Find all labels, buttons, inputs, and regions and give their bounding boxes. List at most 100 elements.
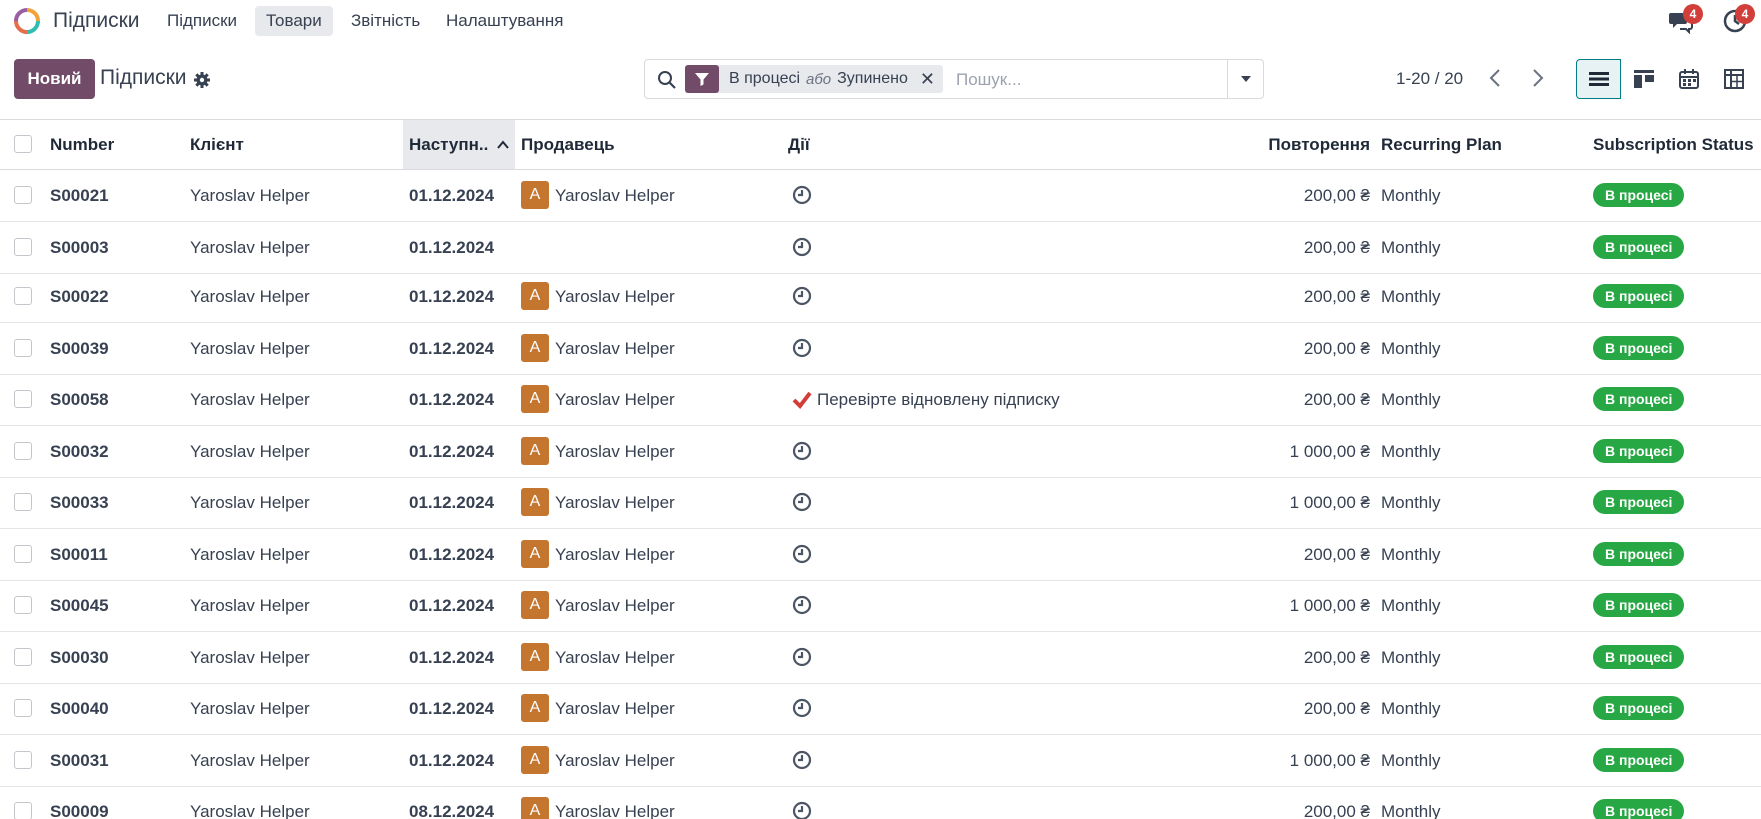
status-badge: В процесі [1593,387,1685,411]
table-row[interactable]: S00022 Yaroslav Helper 01.12.2024 A Yaroslav… [0,271,1761,323]
row-checkbox[interactable] [14,186,32,204]
row-checkbox[interactable] [14,596,32,614]
menu-subscriptions[interactable]: Підписки [156,6,248,36]
column-salesperson[interactable]: Продавець [521,120,615,169]
activity-summary[interactable]: Перевірте відновлену підписку [817,374,1060,425]
chevron-right-icon[interactable] [1525,66,1549,90]
table-row[interactable]: S00021 Yaroslav Helper 01.12.2024 A Yaroslav… [0,170,1761,222]
app-name[interactable]: Підписки [53,9,140,33]
chevron-left-icon[interactable] [1484,66,1508,90]
table-row[interactable]: S00011 Yaroslav Helper 01.12.2024 A Yaroslav… [0,529,1761,581]
salesperson-name: Yaroslav Helper [555,442,675,461]
row-checkbox[interactable] [14,339,32,357]
salesperson[interactable]: A Yaroslav Helper [521,426,675,477]
clock-icon[interactable] [792,595,812,615]
list-view-button[interactable] [1576,59,1621,99]
pager-value[interactable]: 1-20 / 20 [1396,69,1463,89]
pivot-view-button[interactable] [1711,59,1756,99]
table-row[interactable]: S00058 Yaroslav Helper 01.12.2024 A Yaroslav… [0,374,1761,426]
app-logo-icon[interactable] [13,7,41,35]
salesperson[interactable]: A Yaroslav Helper [521,374,675,425]
calendar-view-button[interactable] [1666,59,1711,99]
check-icon[interactable] [792,390,812,410]
row-checkbox[interactable] [14,802,32,819]
table-row[interactable]: S00009 Yaroslav Helper 08.12.2024 A Yaroslav… [0,786,1761,819]
row-checkbox[interactable] [14,545,32,563]
column-number[interactable]: Number [50,120,114,169]
salesperson[interactable]: A Yaroslav Helper [521,323,675,374]
clock-icon[interactable] [792,698,812,718]
status-badge: В процесі [1593,336,1685,360]
salesperson[interactable]: A Yaroslav Helper [521,477,675,528]
client-name: Yaroslav Helper [190,648,310,667]
kanban-view-button[interactable] [1621,59,1666,99]
status-badge: В процесі [1593,284,1685,308]
gear-icon[interactable] [193,71,211,89]
salesperson[interactable]: A Yaroslav Helper [521,170,675,221]
status-badge: В процесі [1593,593,1685,617]
row-checkbox[interactable] [14,493,32,511]
salesperson[interactable]: A Yaroslav Helper [521,271,675,322]
client-name: Yaroslav Helper [190,493,310,512]
filter-facet[interactable]: В процесі або Зупинено ✕ [685,65,943,93]
row-checkbox[interactable] [14,238,32,256]
clock-icon[interactable] [792,544,812,564]
salesperson[interactable]: A Yaroslav Helper [521,735,675,786]
salesperson[interactable]: A Yaroslav Helper [521,632,675,683]
clock-icon[interactable] [792,750,812,770]
table-row[interactable]: S00032 Yaroslav Helper 01.12.2024 A Yaroslav… [0,426,1761,478]
salesperson[interactable]: A Yaroslav Helper [521,786,675,819]
salesperson-name: Yaroslav Helper [555,339,675,358]
clock-icon[interactable] [792,441,812,461]
facet-close-icon[interactable]: ✕ [918,69,943,90]
table-row[interactable]: S00039 Yaroslav Helper 01.12.2024 A Yaroslav… [0,323,1761,375]
column-next-invoice[interactable]: Наступн.. [403,120,515,169]
salesperson[interactable]: A Yaroslav Helper [521,580,675,631]
column-subscription-status[interactable]: Subscription Status [1593,120,1754,169]
subscription-number: S00032 [50,442,109,461]
menu-products[interactable]: Товари [255,6,333,36]
menu-reporting[interactable]: Звітність [340,6,431,36]
subscription-number: S00045 [50,596,109,615]
search-options-toggle[interactable] [1227,60,1263,98]
row-checkbox[interactable] [14,751,32,769]
clock-icon[interactable] [792,185,812,205]
search-input[interactable]: Пошук... [956,70,1021,90]
select-all-checkbox[interactable] [14,135,32,153]
table-row[interactable]: S00003 Yaroslav Helper 01.12.2024 200,00 ₴ M… [0,222,1761,274]
salesperson[interactable]: A Yaroslav Helper [521,683,675,734]
row-checkbox[interactable] [14,390,32,408]
clock-icon[interactable] [792,338,812,358]
clock-icon[interactable] [792,492,812,512]
row-checkbox[interactable] [14,287,32,305]
table-row[interactable]: S00033 Yaroslav Helper 01.12.2024 A Yaroslav… [0,477,1761,529]
clock-icon[interactable] [792,237,812,257]
row-checkbox[interactable] [14,699,32,717]
facet-value-stopped: Зупинено [837,70,908,87]
next-invoice-date: 01.12.2024 [409,751,495,770]
table-row[interactable]: S00040 Yaroslav Helper 01.12.2024 A Yaroslav… [0,683,1761,735]
table-row[interactable]: S00031 Yaroslav Helper 01.12.2024 A Yaroslav… [0,735,1761,787]
menu-settings[interactable]: Налаштування [435,6,575,36]
row-checkbox[interactable] [14,442,32,460]
column-client[interactable]: Клієнт [190,120,244,169]
table-row[interactable]: S00045 Yaroslav Helper 01.12.2024 A Yaroslav… [0,580,1761,632]
column-recurring[interactable]: Повторення [1230,120,1370,169]
caret-down-icon [1240,76,1251,82]
client-name: Yaroslav Helper [190,751,310,770]
next-invoice-date: 01.12.2024 [409,545,495,564]
next-invoice-date: 01.12.2024 [409,648,495,667]
salesperson-name: Yaroslav Helper [555,699,675,718]
clock-icon[interactable] [792,647,812,667]
clock-icon[interactable] [792,286,812,306]
row-checkbox[interactable] [14,648,32,666]
avatar: A [521,282,549,311]
salesperson[interactable]: A Yaroslav Helper [521,529,675,580]
salesperson-name: Yaroslav Helper [555,186,675,205]
search-icon[interactable] [657,70,677,90]
column-activities[interactable]: Дії [788,120,810,169]
new-button[interactable]: Новий [14,59,95,99]
column-recurring-plan[interactable]: Recurring Plan [1381,120,1502,169]
table-row[interactable]: S00030 Yaroslav Helper 01.12.2024 A Yaroslav… [0,632,1761,684]
clock-icon[interactable] [792,801,812,819]
